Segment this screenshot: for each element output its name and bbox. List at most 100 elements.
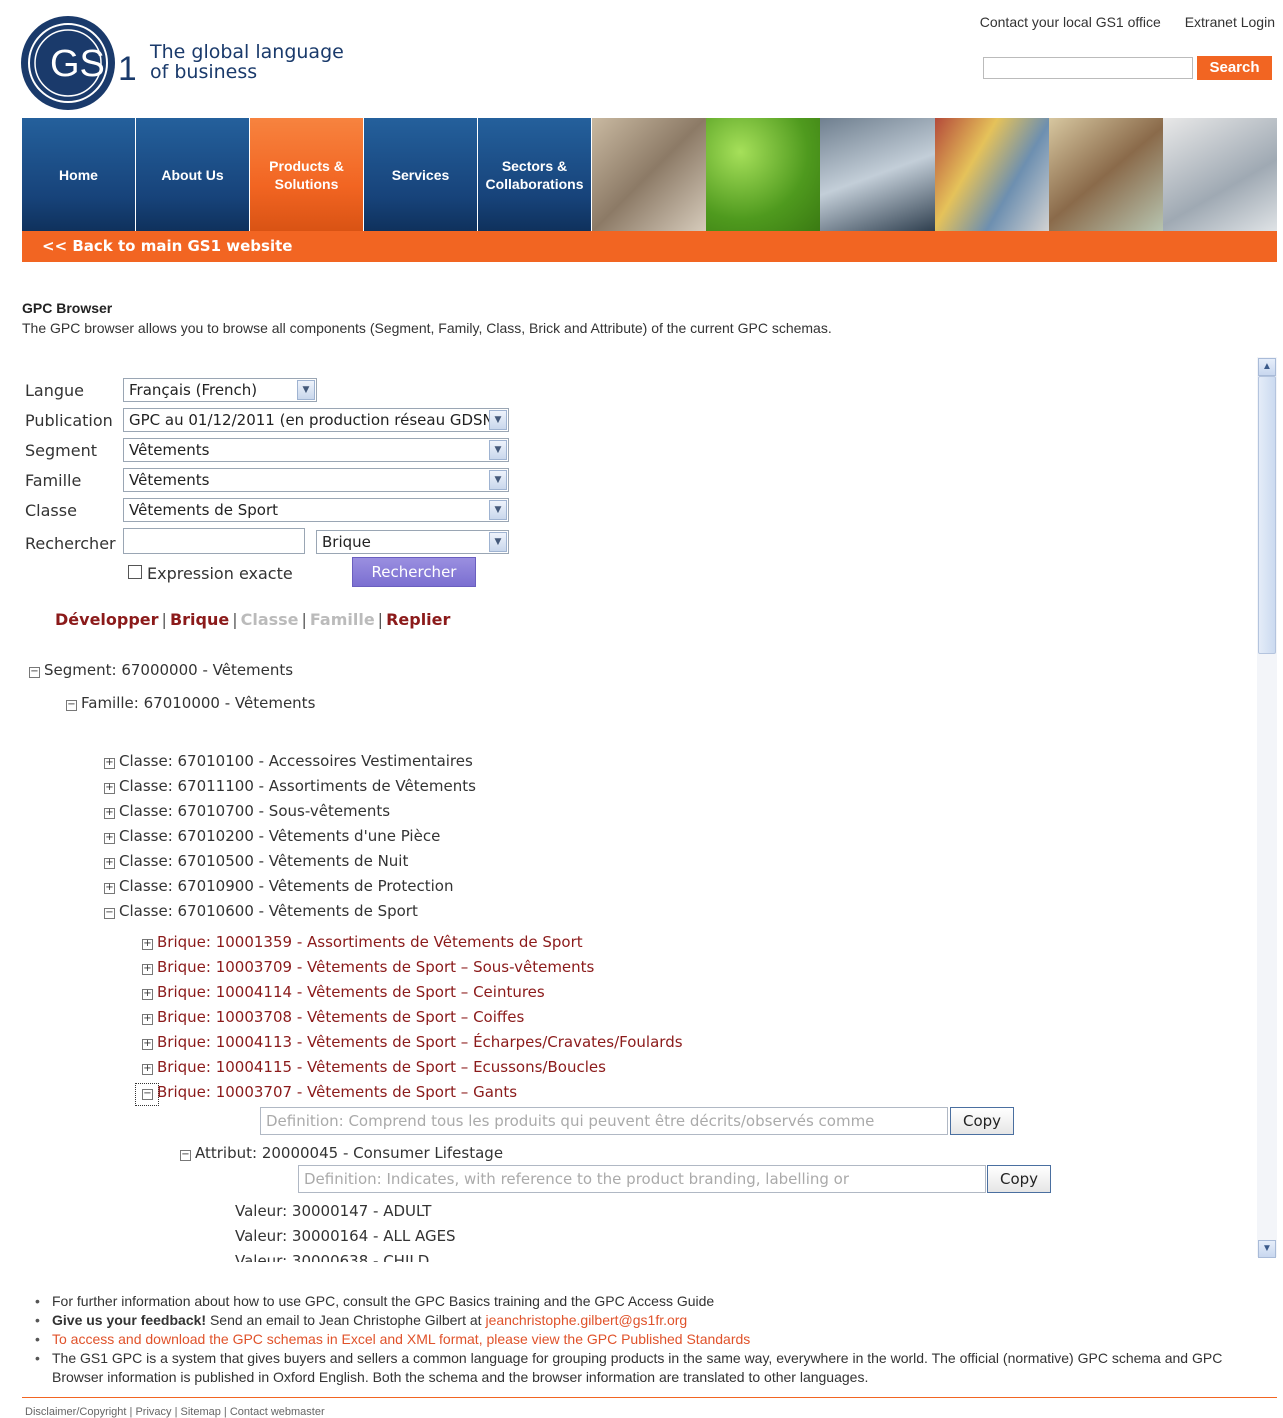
expand-icon[interactable]: + [104,858,115,869]
valeur-label: Valeur: 30000164 - ALL AGES [235,1227,456,1245]
attribut-node-label: Attribut: 20000045 - Consumer Lifestage [195,1144,504,1162]
expand-icon[interactable]: + [104,808,115,819]
famille-select[interactable]: Vêtements ▼ [123,468,509,492]
tree-node-classe[interactable]: + Classe: 67010200 - Vêtements d'une Pièc… [104,827,440,845]
publication-select[interactable]: GPC au 01/12/2011 (en production réseau … [123,408,509,432]
note-2-bold: Give us your feedback! [52,1312,207,1328]
contact-link[interactable]: Contact your local GS1 office [980,14,1161,30]
scroll-down-icon[interactable]: ▼ [1258,1240,1276,1258]
footer-disclaimer-link[interactable]: Disclaimer/Copyright [25,1406,126,1418]
nav-sectors-collaborations[interactable]: Sectors & Collaborations [478,118,591,231]
nav-products-solutions[interactable]: Products & Solutions [250,118,363,231]
tree-node-segment[interactable]: − Segment: 67000000 - Vêtements [29,661,293,679]
tree-node-brique[interactable]: + Brique: 10003709 - Vêtements de Sport –… [142,958,594,976]
collapse-icon[interactable]: − [29,667,40,678]
chevron-down-icon: ▼ [297,380,315,400]
note-gpc-guide[interactable]: For further information about how to use… [35,1292,1275,1311]
site-search-input[interactable] [983,57,1193,79]
note-gpc-about: The GS1 GPC is a system that gives buyer… [35,1349,1275,1387]
attribut-definition-field[interactable]: Definition: Indicates, with reference to… [298,1165,986,1193]
expand-icon[interactable]: + [104,833,115,844]
collapse-icon[interactable]: − [104,908,115,919]
footer-contact-link[interactable]: Contact webmaster [230,1406,325,1418]
expand-icon[interactable]: + [104,758,115,769]
rechercher-input[interactable] [123,528,305,554]
brique-definition-field[interactable]: Definition: Comprend tous les produits q… [260,1107,948,1135]
tree-node-brique[interactable]: + Brique: 10004113 - Vêtements de Sport –… [142,1033,683,1051]
footer-privacy-link[interactable]: Privacy [135,1406,171,1418]
tree-node-classe[interactable]: + Classe: 67010100 - Accessoires Vestimen… [104,752,473,770]
search-type-select[interactable]: Brique ▼ [316,530,509,554]
extranet-login-link[interactable]: Extranet Login [1185,14,1275,30]
tree-node-brique[interactable]: + Brique: 10004114 - Vêtements de Sport –… [142,983,545,1001]
classe-select[interactable]: Vêtements de Sport ▼ [123,498,509,522]
valeur-label: Valeur: 30000147 - ADULT [235,1202,432,1220]
copy-brique-definition-button[interactable]: Copy [950,1107,1014,1135]
brique-node-label: Brique: 10004113 - Vêtements de Sport – … [157,1033,683,1051]
expand-icon[interactable]: + [104,783,115,794]
expand-icon[interactable]: + [142,989,153,1000]
nav-services[interactable]: Services [364,118,477,231]
tree-node-valeur: Valeur: 30000638 - CHILD [235,1252,429,1262]
rechercher-button[interactable]: Rechercher [352,557,476,587]
classe-value: Vêtements de Sport [129,501,279,519]
scrollbar-thumb[interactable] [1258,376,1276,654]
chevron-down-icon: ▼ [489,532,507,552]
tree-node-classe-expanded[interactable]: − Classe: 67010600 - Vêtements de Sport [104,902,418,920]
feedback-email-link[interactable]: jeanchristophe.gilbert@gs1fr.org [485,1312,687,1328]
expand-icon[interactable]: + [142,964,153,975]
tree-node-brique-expanded[interactable]: − Brique: 10003707 - Vêtements de Sport –… [142,1083,517,1101]
tree-node-classe[interactable]: + Classe: 67010500 - Vêtements de Nuit [104,852,408,870]
separator: | [377,610,384,629]
footer-links: Disclaimer/Copyright | Privacy | Sitemap… [25,1406,325,1418]
tree-node-classe[interactable]: + Classe: 67011100 - Assortiments de Vête… [104,777,476,795]
brique-node-label: Brique: 10001359 - Assortiments de Vêtem… [157,933,583,951]
collapse-icon[interactable]: − [180,1150,191,1161]
expand-icon[interactable]: + [142,1064,153,1075]
classe-node-label: Classe: 67010900 - Vêtements de Protecti… [119,877,454,895]
segment-label: Segment [25,441,97,460]
langue-label: Langue [25,381,84,400]
expand-icon[interactable]: + [104,883,115,894]
developper-link[interactable]: Développer [55,610,159,629]
segment-value: Vêtements [129,441,210,459]
brique-link[interactable]: Brique [170,610,229,629]
search-type-value: Brique [322,533,371,551]
info-notes: For further information about how to use… [35,1292,1275,1387]
scroll-up-icon[interactable]: ▲ [1258,358,1276,376]
famille-node-label: Famille: 67010000 - Vêtements [81,694,316,712]
tree-node-brique[interactable]: + Brique: 10004115 - Vêtements de Sport –… [142,1058,606,1076]
expand-icon[interactable]: + [142,1014,153,1025]
banner-photo-surgeon [820,118,935,231]
langue-select[interactable]: Français (French) ▼ [123,378,317,402]
nav-home[interactable]: Home [22,118,135,231]
banner-photo-barcode [1162,118,1278,231]
expression-exacte-checkbox[interactable] [128,565,142,579]
site-search-button[interactable]: Search [1197,56,1272,80]
tree-node-attribut[interactable]: − Attribut: 20000045 - Consumer Lifestage [180,1144,503,1162]
langue-value: Français (French) [129,381,258,399]
note-2-text: Send an email to Jean Christophe Gilbert… [206,1312,486,1328]
footer-sitemap-link[interactable]: Sitemap [181,1406,221,1418]
back-to-main-link[interactable]: << Back to main GS1 website [22,231,1277,262]
tree-node-classe[interactable]: + Classe: 67010700 - Sous-vêtements [104,802,390,820]
note-download-schemas[interactable]: To access and download the GPC schemas i… [35,1330,1275,1349]
replier-link[interactable]: Replier [386,610,450,629]
tree-node-classe[interactable]: + Classe: 67010900 - Vêtements de Protect… [104,877,453,895]
publication-label: Publication [25,411,113,430]
collapse-icon[interactable]: − [66,700,77,711]
tree-node-famille[interactable]: − Famille: 67010000 - Vêtements [66,694,315,712]
collapse-icon[interactable]: − [142,1089,153,1100]
copy-attribut-definition-button[interactable]: Copy [987,1165,1051,1193]
classe-node-label: Classe: 67010100 - Accessoires Vestiment… [119,752,473,770]
expand-icon[interactable]: + [142,1039,153,1050]
chevron-down-icon: ▼ [489,410,507,430]
tree-node-brique[interactable]: + Brique: 10003708 - Vêtements de Sport –… [142,1008,524,1026]
gs1-logo[interactable]: GS 1 [20,14,137,112]
nav-about-us[interactable]: About Us [136,118,249,231]
expand-icon[interactable]: + [142,939,153,950]
tree-node-brique[interactable]: + Brique: 10001359 - Assortiments de Vête… [142,933,583,951]
classe-node-label: Classe: 67010600 - Vêtements de Sport [119,902,418,920]
segment-select[interactable]: Vêtements ▼ [123,438,509,462]
valeur-label: Valeur: 30000638 - CHILD [235,1252,430,1262]
